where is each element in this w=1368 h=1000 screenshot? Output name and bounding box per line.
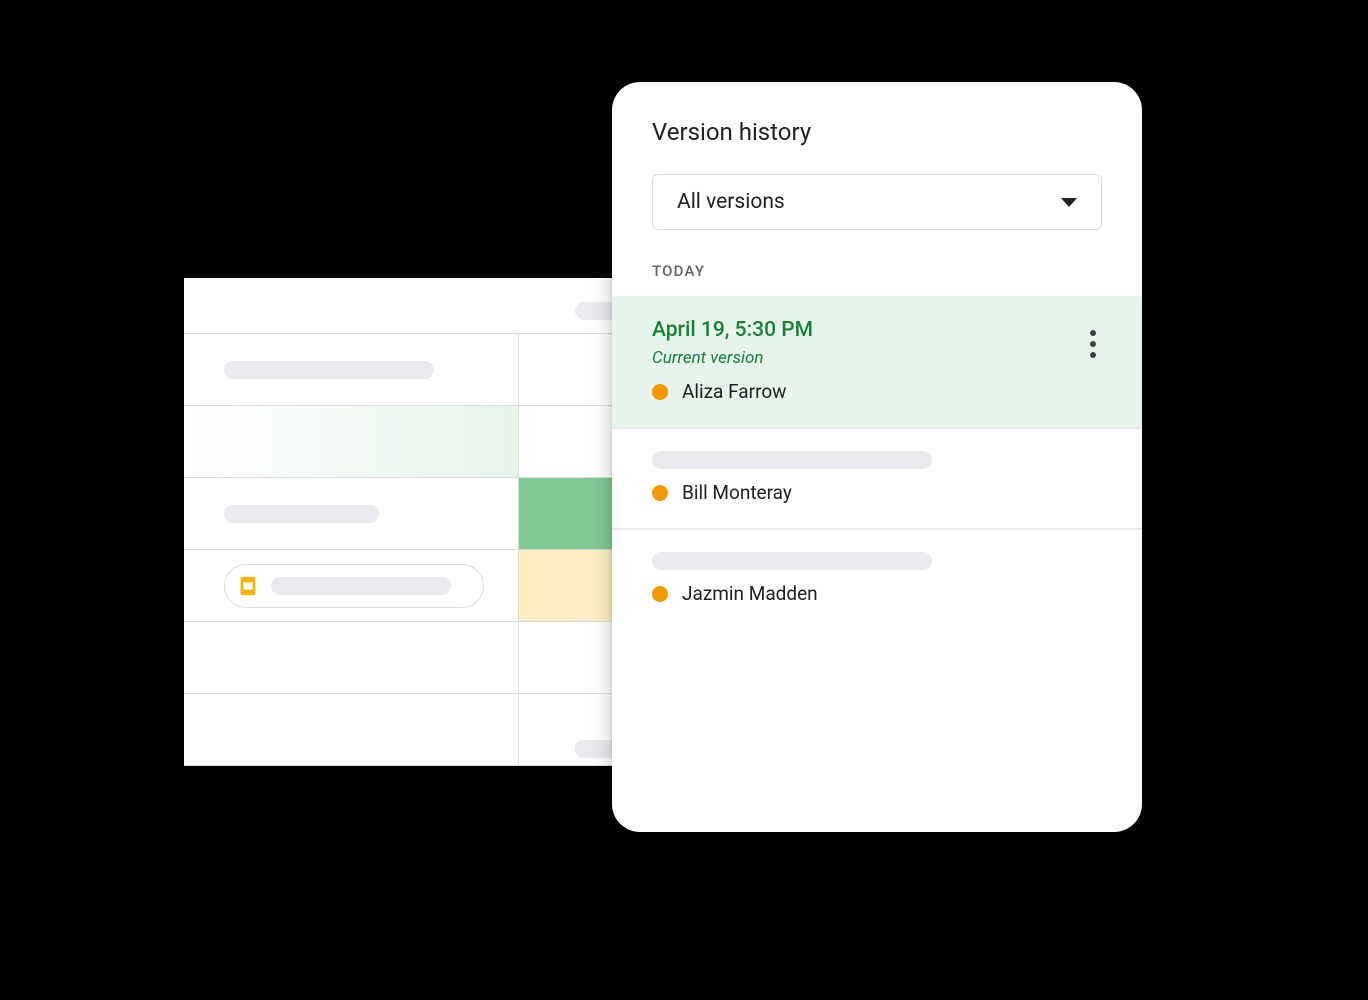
placeholder-text — [224, 361, 434, 379]
sheet-row — [184, 478, 684, 550]
author-name: Bill Monteray — [682, 481, 792, 504]
section-label-today: TODAY — [612, 230, 1142, 296]
author-name: Jazmin Madden — [682, 582, 818, 605]
placeholder-text — [224, 505, 379, 523]
version-author: Bill Monteray — [652, 481, 1102, 504]
version-author: Jazmin Madden — [652, 582, 1102, 605]
version-item[interactable]: Bill Monteray — [612, 429, 1142, 530]
sheet-row — [184, 550, 684, 622]
placeholder-text — [271, 577, 451, 595]
version-sublabel: Current version — [652, 348, 1102, 368]
sheet-row — [184, 334, 684, 406]
author-color-dot — [652, 485, 668, 501]
more-options-button[interactable] — [1084, 324, 1102, 364]
version-item-current[interactable]: April 19, 5:30 PM Current version Aliza … — [612, 296, 1142, 429]
placeholder-text — [652, 451, 932, 469]
version-filter-dropdown[interactable]: All versions — [652, 174, 1102, 230]
sheet-row — [184, 622, 684, 694]
dropdown-selected-label: All versions — [677, 190, 785, 214]
sheet-row-highlighted — [184, 406, 684, 478]
slides-icon — [237, 575, 259, 597]
author-color-dot — [652, 586, 668, 602]
slides-file-chip[interactable] — [224, 564, 484, 608]
more-vertical-icon — [1090, 330, 1096, 336]
panel-title: Version history — [612, 82, 1142, 146]
author-color-dot — [652, 384, 668, 400]
version-item[interactable]: Jazmin Madden — [612, 530, 1142, 629]
author-name: Aliza Farrow — [682, 380, 786, 403]
version-timestamp: April 19, 5:30 PM — [652, 318, 1102, 342]
spreadsheet-background — [184, 278, 684, 766]
version-history-panel: Version history All versions TODAY April… — [612, 82, 1142, 832]
placeholder-text — [652, 552, 932, 570]
version-author: Aliza Farrow — [652, 380, 1102, 403]
chevron-down-icon — [1061, 198, 1077, 207]
